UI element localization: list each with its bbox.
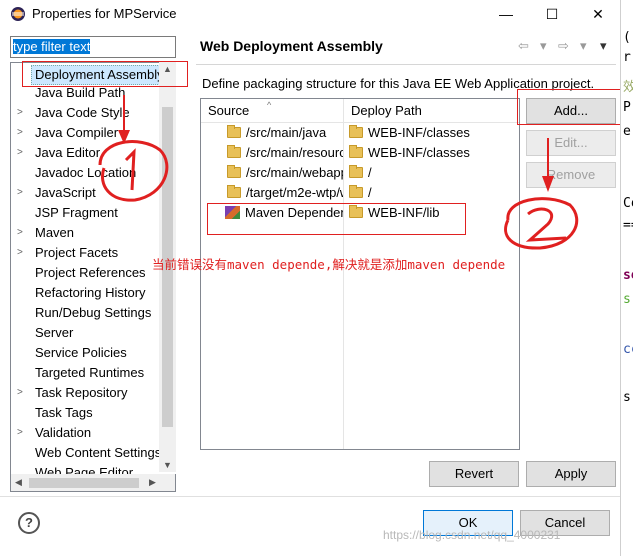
tree-item-targeted-runtimes[interactable]: Targeted Runtimes [11, 363, 159, 383]
scrollbar-thumb[interactable] [29, 478, 139, 488]
title-bar: Properties for MPService — ☐ ✕ [0, 0, 620, 28]
annotation-text: 当前错误没有maven depende,解决就是添加maven depende [152, 257, 506, 272]
tree-item-server[interactable]: Server [11, 323, 159, 343]
help-icon[interactable]: ? [18, 512, 40, 534]
scroll-right-icon[interactable]: ▶ [149, 477, 156, 488]
tree-item-service-policies[interactable]: Service Policies [11, 343, 159, 363]
folder-icon [227, 125, 241, 138]
back-arrow-icon[interactable]: ⇦ [518, 38, 529, 54]
chevron-right-icon[interactable]: > [17, 223, 27, 243]
tree-item-validation[interactable]: > Validation [11, 423, 159, 443]
column-header-source[interactable]: Source ^ [201, 99, 343, 123]
annotation-box-maven-row [207, 203, 466, 235]
chevron-right-icon[interactable]: > [17, 243, 27, 263]
tree-item-javascript[interactable]: > JavaScript [11, 183, 159, 203]
scroll-left-icon[interactable]: ◀ [15, 477, 22, 488]
folder-icon [349, 125, 363, 138]
table-row[interactable]: /src/main/java WEB-INF/classes [201, 123, 519, 143]
tree-item-javadoc-location[interactable]: Javadoc Location [11, 163, 159, 183]
tree-item-java-compiler[interactable]: > Java Compiler [11, 123, 159, 143]
column-header-deploy-path[interactable]: Deploy Path [344, 99, 519, 123]
annotation-box-sidebar [22, 61, 188, 87]
scroll-down-icon[interactable]: ▼ [163, 460, 172, 470]
window-title: Properties for MPService [32, 6, 177, 21]
tree-horizontal-scrollbar[interactable]: ◀ ▶ [10, 474, 176, 492]
tree-item-maven[interactable]: > Maven [11, 223, 159, 243]
sort-ascending-icon: ^ [267, 100, 272, 110]
maximize-button[interactable]: ☐ [529, 0, 575, 28]
property-tree: Deployment Assembly Java Build Path > Jav… [10, 62, 176, 492]
remove-button[interactable]: Remove [526, 162, 616, 188]
edit-button[interactable]: Edit... [526, 130, 616, 156]
tree-item-java-code-style[interactable]: > Java Code Style [11, 103, 159, 123]
properties-dialog: Properties for MPService — ☐ ✕ type filt… [0, 0, 621, 556]
table-row[interactable]: /src/main/webapp / [201, 163, 519, 183]
table-row[interactable]: /src/main/resources WEB-INF/classes [201, 143, 519, 163]
watermark: https://blog.csdn.net/qq_4000231 [383, 528, 561, 542]
tree-item-refactoring-history[interactable]: Refactoring History [11, 283, 159, 303]
filter-input[interactable]: type filter text [10, 36, 176, 58]
filter-text: type filter text [13, 39, 91, 54]
minimize-button[interactable]: — [483, 0, 529, 28]
tree-item-task-repository[interactable]: > Task Repository [11, 383, 159, 403]
folder-icon [227, 145, 241, 158]
forward-menu-icon[interactable]: ▾ [580, 38, 587, 54]
assembly-table: Source ^ Deploy Path /src/main/java WEB-… [200, 98, 520, 450]
folder-icon [227, 165, 241, 178]
tree-item-web-content-settings[interactable]: Web Content Settings [11, 443, 159, 463]
chevron-right-icon[interactable]: > [17, 183, 27, 203]
chevron-right-icon[interactable]: > [17, 383, 27, 403]
view-menu-icon[interactable]: ▾ [600, 38, 607, 54]
close-icon: ✕ [592, 5, 604, 22]
folder-icon [349, 185, 363, 198]
back-menu-icon[interactable]: ▾ [540, 38, 547, 54]
footer-separator [0, 496, 620, 497]
close-button[interactable]: ✕ [575, 0, 621, 28]
chevron-right-icon[interactable]: > [17, 423, 27, 443]
annotation-box-add [517, 89, 621, 125]
revert-button[interactable]: Revert [429, 461, 519, 487]
header-separator [196, 64, 616, 65]
tree-item-run-debug-settings[interactable]: Run/Debug Settings [11, 303, 159, 323]
apply-button[interactable]: Apply [526, 461, 616, 487]
folder-icon [349, 165, 363, 178]
chevron-right-icon[interactable]: > [17, 103, 27, 123]
page-title: Web Deployment Assembly [200, 38, 383, 54]
eclipse-app-icon [11, 7, 25, 21]
tree-item-jsp-fragment[interactable]: JSP Fragment [11, 203, 159, 223]
forward-arrow-icon[interactable]: ⇨ [558, 38, 569, 54]
tree-item-java-editor[interactable]: > Java Editor [11, 143, 159, 163]
chevron-right-icon[interactable]: > [17, 123, 27, 143]
tree-item-project-facets[interactable]: > Project Facets [11, 243, 159, 263]
folder-icon [227, 185, 241, 198]
background-editor-strip: ( r 效 P er Co == se s( cc s [620, 0, 633, 556]
chevron-right-icon[interactable]: > [17, 143, 27, 163]
folder-icon [349, 145, 363, 158]
table-row[interactable]: /target/m2e-wtp/web-resources / [201, 183, 519, 203]
tree-item-task-tags[interactable]: Task Tags [11, 403, 159, 423]
minimize-icon: — [499, 6, 513, 22]
page-navigation: ⇦ ▾ ⇨ ▾ ▾ [518, 38, 612, 56]
tree-item-project-references[interactable]: Project References [11, 263, 159, 283]
maximize-icon: ☐ [545, 5, 559, 22]
